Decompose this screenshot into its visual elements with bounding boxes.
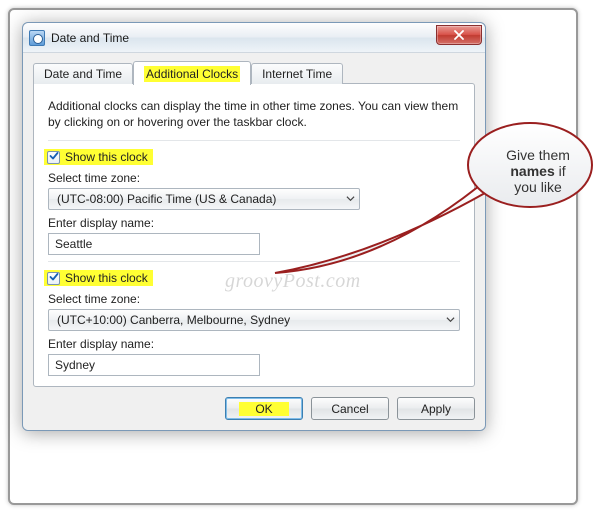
tab-label: Internet Time xyxy=(262,67,332,81)
callout-line1: Give them xyxy=(483,147,593,163)
displayname-2-input[interactable]: Sydney xyxy=(48,354,260,376)
tabstrip: Date and Time Additional Clocks Internet… xyxy=(33,61,475,84)
show-clock-2-label: Show this clock xyxy=(65,271,148,285)
date-time-icon xyxy=(29,30,45,46)
close-icon xyxy=(454,28,464,43)
screenshot-frame: Date and Time Date and Time Additional C… xyxy=(8,8,578,505)
callout-bold: names xyxy=(510,163,554,179)
ok-label: OK xyxy=(239,402,288,416)
date-and-time-dialog: Date and Time Date and Time Additional C… xyxy=(22,22,486,431)
timezone-1-value: (UTC-08:00) Pacific Time (US & Canada) xyxy=(57,192,276,206)
check-icon xyxy=(49,271,59,285)
displayname-1-value: Seattle xyxy=(55,237,92,251)
tab-internet-time[interactable]: Internet Time xyxy=(251,63,343,84)
tab-additional-clocks[interactable]: Additional Clocks xyxy=(133,61,251,85)
titlebar: Date and Time xyxy=(23,23,485,53)
displayname-2-value: Sydney xyxy=(55,358,95,372)
cancel-button[interactable]: Cancel xyxy=(311,397,389,420)
show-clock-2-checkbox[interactable] xyxy=(47,272,60,285)
tabpanel-additional-clocks: Additional clocks can display the time i… xyxy=(33,83,475,387)
close-button[interactable] xyxy=(436,25,482,45)
tab-date-and-time[interactable]: Date and Time xyxy=(33,63,133,84)
show-clock-1-checkbox[interactable] xyxy=(47,151,60,164)
apply-button[interactable]: Apply xyxy=(397,397,475,420)
clock-1-group: Show this clock Select time zone: (UTC-0… xyxy=(48,140,460,255)
displayname-1-input[interactable]: Seattle xyxy=(48,233,260,255)
tz-2-label: Select time zone: xyxy=(48,292,460,306)
description-text: Additional clocks can display the time i… xyxy=(48,98,460,130)
displayname-2-label: Enter display name: xyxy=(48,337,460,351)
dialog-client: Date and Time Additional Clocks Internet… xyxy=(23,53,485,430)
tz-1-label: Select time zone: xyxy=(48,171,460,185)
cancel-label: Cancel xyxy=(331,402,368,416)
displayname-1-label: Enter display name: xyxy=(48,216,460,230)
callout-line3: you like xyxy=(483,179,593,195)
show-clock-1-label: Show this clock xyxy=(65,150,148,164)
tab-label: Date and Time xyxy=(44,67,122,81)
window-title: Date and Time xyxy=(51,31,129,45)
timezone-2-value: (UTC+10:00) Canberra, Melbourne, Sydney xyxy=(57,313,290,327)
button-row: OK Cancel Apply xyxy=(33,387,475,420)
timezone-2-combobox[interactable]: (UTC+10:00) Canberra, Melbourne, Sydney xyxy=(48,309,460,331)
clock-2-group: Show this clock Select time zone: (UTC+1… xyxy=(48,261,460,376)
ok-button[interactable]: OK xyxy=(225,397,303,420)
timezone-1-combobox[interactable]: (UTC-08:00) Pacific Time (US & Canada) xyxy=(48,188,360,210)
apply-label: Apply xyxy=(421,402,451,416)
check-icon xyxy=(49,150,59,164)
callout-line2-rest: if xyxy=(555,163,566,179)
chevron-down-icon xyxy=(446,313,455,327)
chevron-down-icon xyxy=(346,192,355,206)
tab-label: Additional Clocks xyxy=(144,66,240,82)
